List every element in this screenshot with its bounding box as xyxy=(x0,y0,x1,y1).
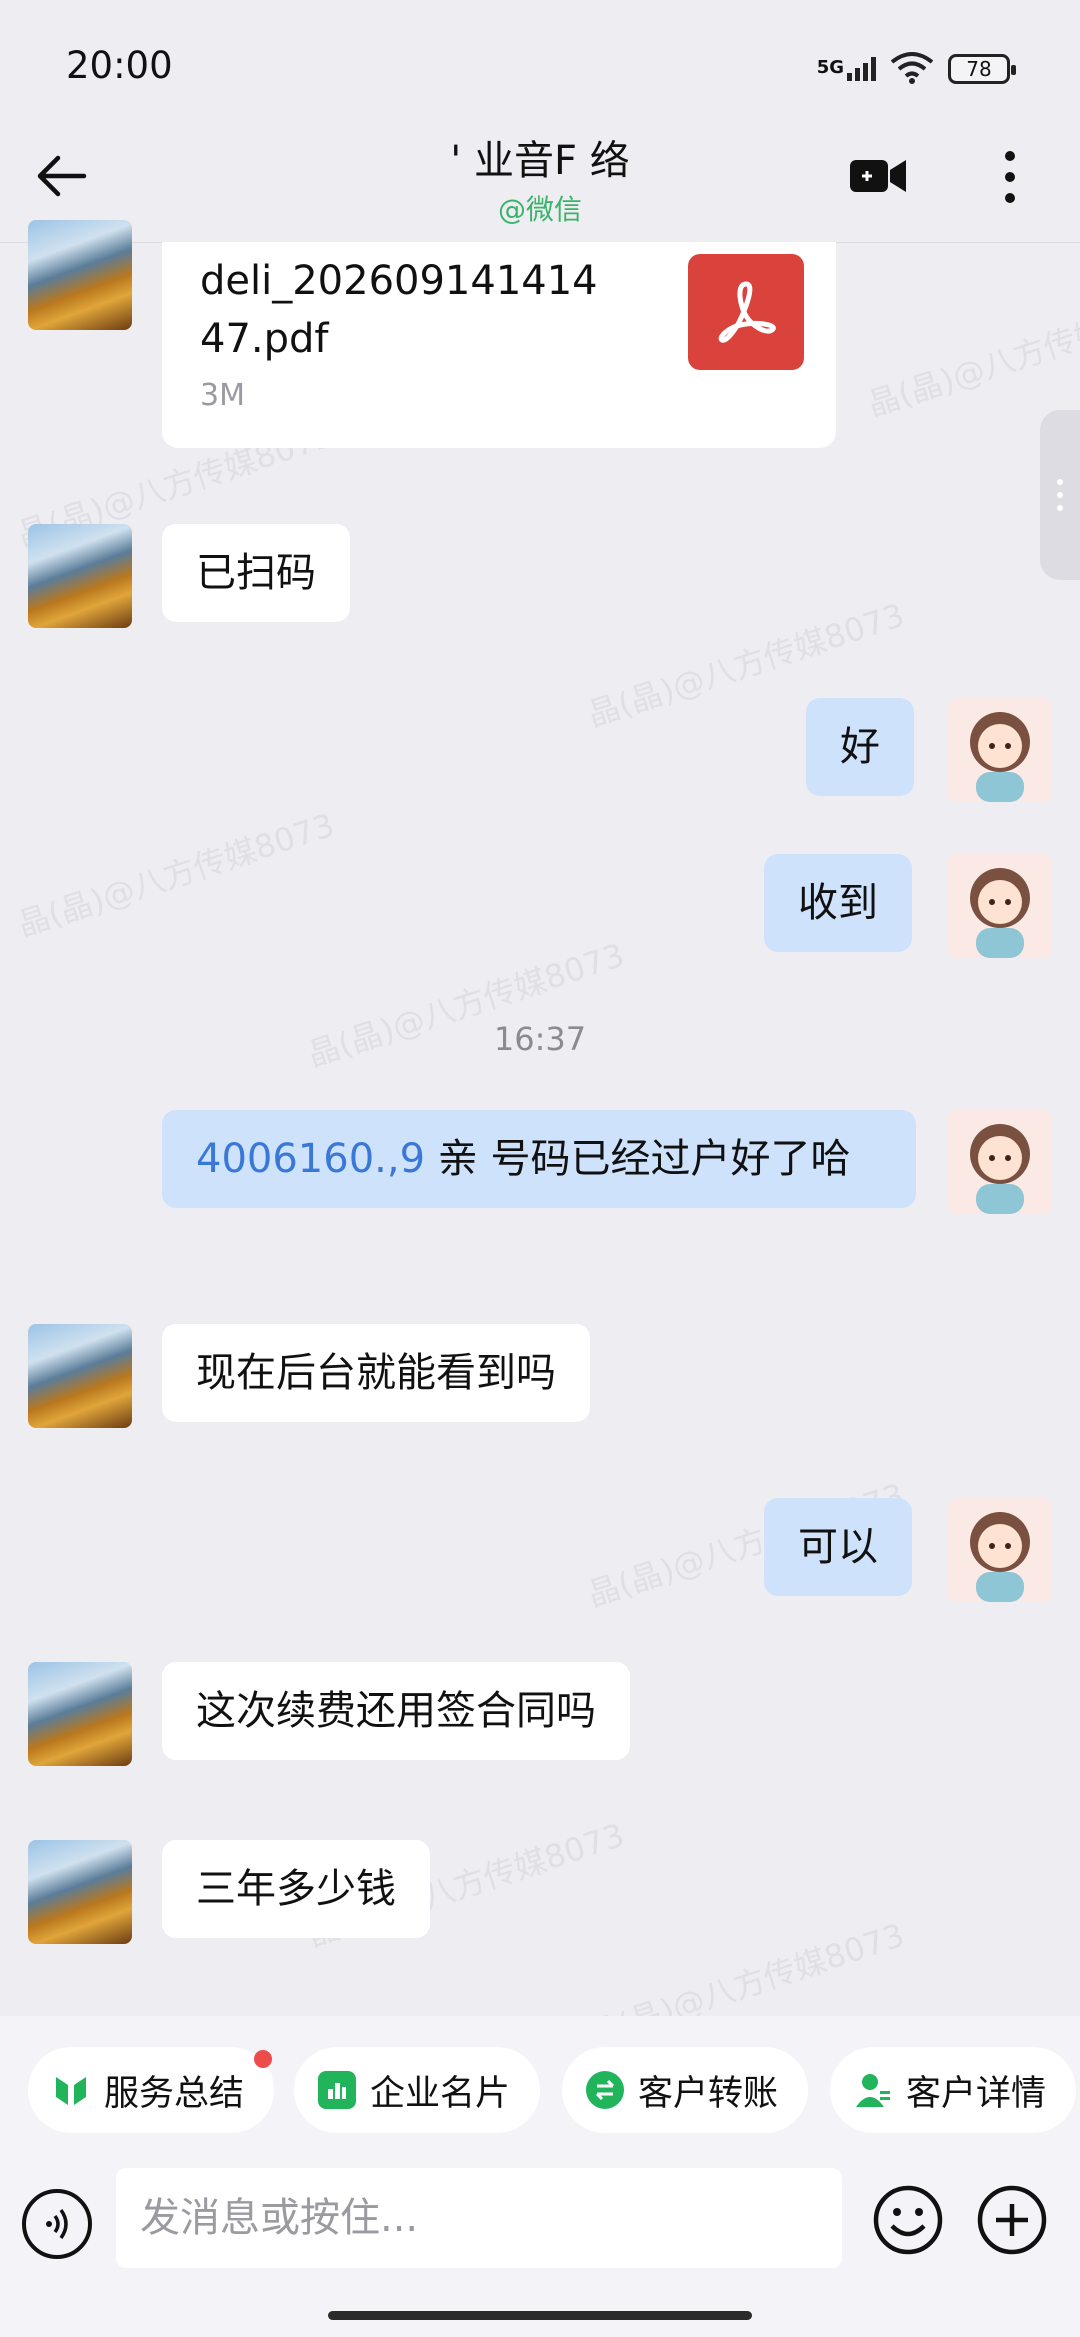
status-time: 20:00 xyxy=(66,44,173,87)
message-bubble[interactable]: 收到 xyxy=(764,854,912,952)
video-camera-icon xyxy=(850,160,906,192)
girl-avatar-icon xyxy=(970,712,1030,802)
girl-avatar-icon xyxy=(970,868,1030,958)
smiley-icon xyxy=(873,2185,943,2255)
message-bubble[interactable]: 已扫码 xyxy=(162,524,350,622)
phone-number-link[interactable]: 4006160.,9 xyxy=(196,1136,425,1182)
girl-avatar-icon xyxy=(970,1512,1030,1602)
message-bubble[interactable]: 三年多少钱 xyxy=(162,1840,430,1938)
notification-dot xyxy=(254,2050,272,2068)
message-bubble[interactable]: 这次续费还用签合同吗 xyxy=(162,1662,630,1760)
message-bubble[interactable]: 4006160.,9 亲 号码已经过户好了哈 xyxy=(162,1110,916,1208)
network-signal-icon: 5G xyxy=(817,57,876,81)
chat-title: ' 业​音​F 络 xyxy=(450,138,630,184)
arrow-left-icon xyxy=(37,155,87,197)
emoji-button[interactable] xyxy=(872,2184,944,2256)
home-indicator[interactable] xyxy=(328,2311,752,2320)
file-name: deli_20260914141447.pdf xyxy=(200,258,598,362)
girl-avatar-icon xyxy=(970,1124,1030,1214)
file-size: 3M xyxy=(200,378,245,413)
more-actions-button[interactable] xyxy=(976,2184,1048,2256)
avatar[interactable] xyxy=(28,1662,132,1766)
back-button[interactable] xyxy=(34,148,90,204)
status-icons: 5G 78 xyxy=(817,50,1016,88)
avatar[interactable] xyxy=(28,524,132,628)
voice-icon xyxy=(46,2208,68,2240)
watermark: 晶(晶)@八方传媒8073 xyxy=(12,805,339,945)
plus-circle-icon xyxy=(977,2185,1047,2255)
avatar[interactable] xyxy=(28,1324,132,1428)
watermark: 晶(晶)@八方传媒8073 xyxy=(862,285,1080,425)
quick-action-customer-detail[interactable]: 客户详情 xyxy=(830,2047,1076,2133)
quick-action-label: 企业名片 xyxy=(370,2073,511,2114)
self-avatar[interactable] xyxy=(948,1498,1052,1602)
self-avatar[interactable] xyxy=(948,854,1052,958)
service-summary-icon xyxy=(52,2071,90,2109)
battery-icon: 78 xyxy=(948,54,1016,84)
message-bubble[interactable]: 可以 xyxy=(764,1498,912,1596)
time-divider: 16:37 xyxy=(493,1020,587,1058)
quick-action-service-summary[interactable]: 服务总结 xyxy=(28,2047,274,2133)
pdf-file-icon xyxy=(688,254,804,370)
more-options-button[interactable] xyxy=(995,148,1025,206)
transfer-icon xyxy=(586,2071,624,2109)
self-avatar[interactable] xyxy=(948,698,1052,802)
business-card-icon xyxy=(318,2071,356,2109)
customer-detail-icon xyxy=(854,2071,892,2109)
video-call-button[interactable] xyxy=(848,152,908,200)
avatar[interactable] xyxy=(28,220,132,330)
quick-action-label: 服务总结 xyxy=(104,2073,245,2114)
self-avatar[interactable] xyxy=(948,1110,1052,1214)
message-text: 亲 号码已经过户好了哈 xyxy=(425,1136,851,1182)
side-drawer-handle[interactable] xyxy=(1040,410,1080,580)
message-input[interactable] xyxy=(116,2168,842,2268)
file-message-card[interactable]: deli_20260914141447.pdf 3M xyxy=(162,242,836,448)
quick-action-transfer[interactable]: 客户转账 xyxy=(562,2047,808,2133)
chat-subtitle: @微信 xyxy=(497,193,582,226)
voice-input-button[interactable] xyxy=(22,2189,92,2259)
wifi-icon xyxy=(890,50,934,88)
quick-action-label: 客户转账 xyxy=(638,2073,779,2114)
message-bubble[interactable]: 好 xyxy=(806,698,914,796)
message-bubble[interactable]: 现在后台就能看到吗 xyxy=(162,1324,590,1422)
quick-action-business-card[interactable]: 企业名片 xyxy=(294,2047,540,2133)
avatar[interactable] xyxy=(28,1840,132,1944)
more-vertical-icon xyxy=(1005,151,1015,203)
quick-action-label: 客户详情 xyxy=(906,2073,1047,2114)
